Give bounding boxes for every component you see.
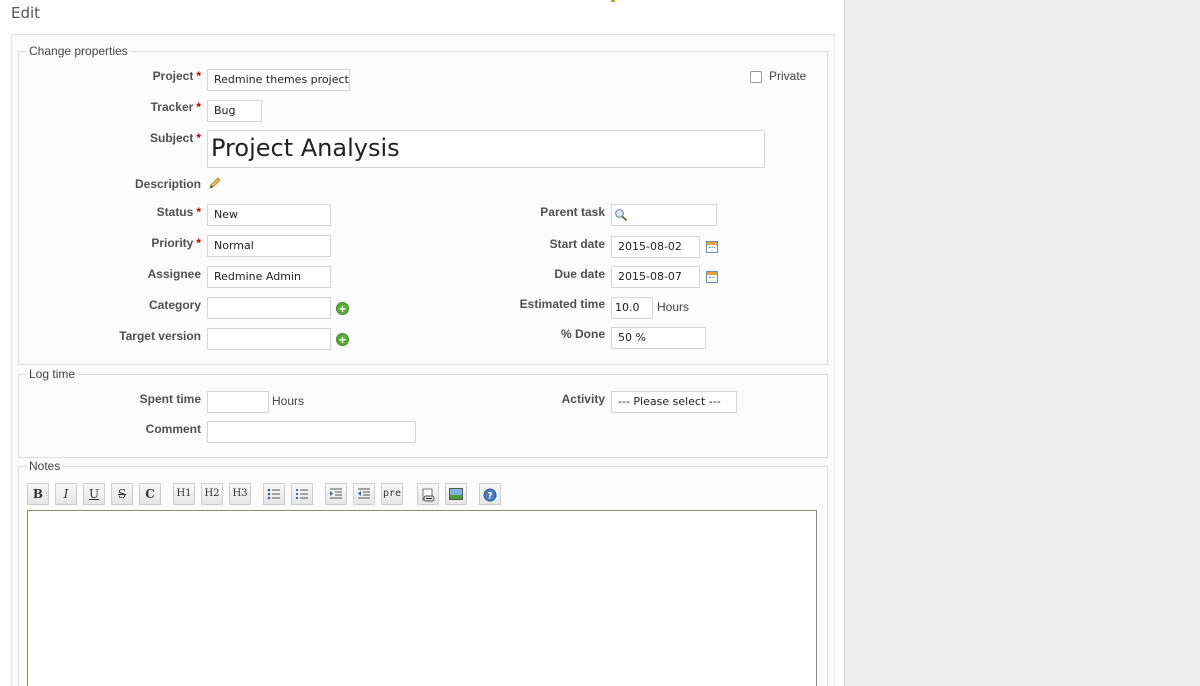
main-content: Edit Change properties Log time Notes Pr… <box>0 0 845 686</box>
subject-label: Subject * <box>149 131 201 145</box>
target-version-label: Target version <box>119 329 201 343</box>
help-icon: ? <box>483 488 497 502</box>
heading-3-button[interactable]: H3 <box>229 483 251 505</box>
done-label: % Done <box>560 327 605 341</box>
status-select[interactable]: New <box>207 204 331 226</box>
outdent-icon <box>358 488 370 499</box>
top-edge-marker <box>611 0 615 2</box>
preformatted-button[interactable]: pre <box>381 483 403 505</box>
activity-label: Activity <box>561 392 605 406</box>
estimated-time-unit: Hours <box>657 300 690 314</box>
project-select[interactable]: Redmine themes project <box>207 69 350 91</box>
page-title: Edit <box>11 4 41 22</box>
parent-task-label: Parent task <box>540 205 605 219</box>
change-properties-legend: Change properties <box>27 44 130 58</box>
heading-2-button[interactable]: H2 <box>201 483 223 505</box>
due-date-calendar-icon[interactable] <box>706 271 718 283</box>
status-label: Status * <box>156 205 201 219</box>
log-time-legend: Log time <box>27 367 78 381</box>
start-date-label: Start date <box>549 237 605 251</box>
category-select[interactable] <box>207 297 331 319</box>
ordered-list-icon <box>296 489 308 499</box>
start-date-input[interactable]: 2015-08-02 <box>611 236 700 258</box>
notes-textarea[interactable] <box>27 510 817 686</box>
outdent-button[interactable] <box>353 483 375 505</box>
notes-legend: Notes <box>27 459 63 473</box>
assignee-label: Assignee <box>147 267 201 281</box>
underline-button[interactable]: U <box>83 483 105 505</box>
log-time-fieldset: Log time <box>18 367 828 458</box>
svg-text:?: ? <box>487 492 492 502</box>
private-checkbox[interactable] <box>750 71 762 83</box>
private-label: Private <box>769 69 807 83</box>
subject-input[interactable]: Project Analysis <box>207 130 765 168</box>
image-button[interactable] <box>445 483 467 505</box>
ordered-list-button[interactable] <box>291 483 313 505</box>
tracker-select[interactable]: Bug <box>207 100 262 122</box>
search-icon <box>614 208 628 225</box>
strikethrough-button[interactable]: S <box>111 483 133 505</box>
category-label: Category <box>148 298 201 312</box>
add-version-plus-icon[interactable]: + <box>336 333 349 346</box>
target-version-select[interactable] <box>207 328 331 350</box>
indent-button[interactable] <box>325 483 347 505</box>
italic-button[interactable]: I <box>55 483 77 505</box>
due-date-input[interactable]: 2015-08-07 <box>611 266 700 288</box>
bold-button[interactable]: B <box>27 483 49 505</box>
project-label: Project * <box>152 69 201 83</box>
start-date-calendar-icon[interactable] <box>706 241 718 253</box>
edit-pencil-icon[interactable] <box>208 176 222 193</box>
spent-time-input[interactable] <box>207 391 269 413</box>
link-page-icon <box>422 488 435 502</box>
help-button[interactable]: ? <box>479 483 501 505</box>
image-icon <box>449 488 463 500</box>
priority-select[interactable]: Normal <box>207 235 331 257</box>
inline-code-button[interactable]: C <box>139 483 161 505</box>
priority-label: Priority * <box>151 236 201 250</box>
description-label: Description <box>134 177 201 191</box>
indent-icon <box>330 488 342 499</box>
unordered-list-button[interactable] <box>263 483 285 505</box>
spent-time-unit: Hours <box>272 394 305 408</box>
estimated-time-input[interactable]: 10.0 <box>611 297 653 319</box>
unordered-list-icon <box>267 488 280 500</box>
done-select[interactable]: 50 % <box>611 327 706 349</box>
assignee-select[interactable]: Redmine Admin <box>207 266 331 288</box>
activity-select[interactable]: --- Please select --- <box>611 391 737 413</box>
right-empty-pane <box>845 0 1200 686</box>
heading-1-button[interactable]: H1 <box>173 483 195 505</box>
estimated-time-label: Estimated time <box>519 297 605 311</box>
comment-input[interactable] <box>207 421 416 443</box>
link-button[interactable] <box>417 483 439 505</box>
tracker-label: Tracker * <box>150 100 201 114</box>
comment-label: Comment <box>145 422 201 436</box>
spent-time-label: Spent time <box>139 392 201 406</box>
due-date-label: Due date <box>554 267 605 281</box>
add-category-plus-icon[interactable]: + <box>336 302 349 315</box>
